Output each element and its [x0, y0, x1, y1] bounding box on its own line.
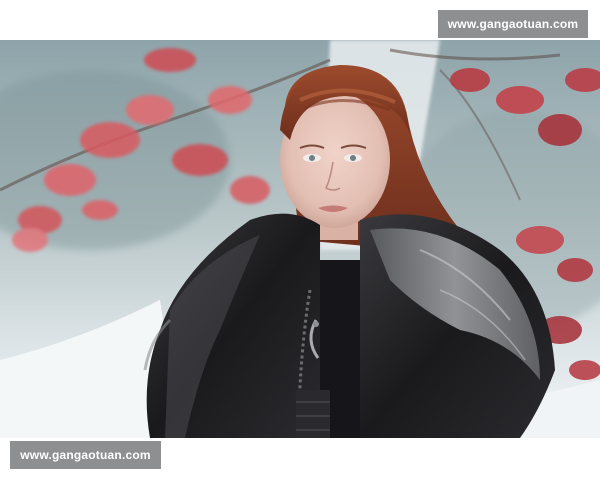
watermark-top: www.gangaotuan.com [438, 10, 588, 38]
photo-illustration [0, 40, 600, 438]
photo [0, 40, 600, 438]
page: www.gangaotuan.com www.gangaotuan.com [0, 0, 600, 480]
watermark-bottom: www.gangaotuan.com [10, 441, 161, 469]
